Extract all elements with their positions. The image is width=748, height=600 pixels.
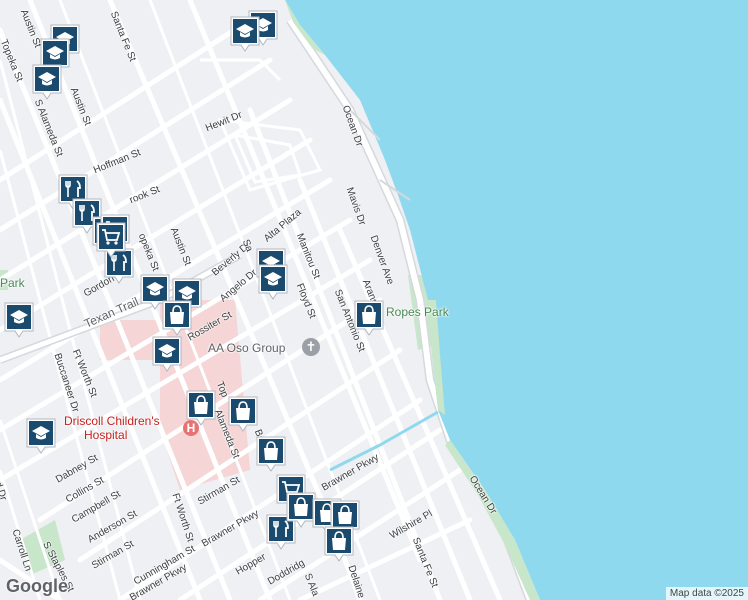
hospital-name-line2: Hospital [84,428,128,442]
map-data-attribution[interactable]: Map data ©2025 [665,587,748,600]
grocery-cart-marker[interactable] [96,222,126,258]
google-logo[interactable]: Google [6,576,68,597]
school-icon [4,302,34,338]
school-marker[interactable] [26,418,56,454]
school-marker[interactable] [4,302,34,338]
map-view[interactable]: Austin St Topeka St Santa Fe St Austin S… [0,0,748,600]
school-icon [32,64,62,100]
shopping-bag-marker[interactable] [162,300,192,336]
school-icon [26,418,56,454]
place-of-worship-icon[interactable]: ✝ [302,338,320,356]
school-marker[interactable] [152,336,182,372]
school-icon [258,264,288,300]
grocery-cart-icon [96,222,126,258]
shopping-bag-icon [228,396,258,432]
park-label: Park [0,276,25,290]
school-icon [230,16,260,52]
shopping-bag-icon [256,436,286,472]
park-label: Ropes Park [386,305,449,319]
shopping-bag-marker[interactable] [324,526,354,562]
hospital-label: Driscoll Children's Hospital [64,414,160,442]
shopping-bag-icon [186,390,216,426]
shopping-bag-icon [324,526,354,562]
shopping-bag-icon [162,300,192,336]
poi-label: AA Oso Group [208,341,286,355]
school-icon [152,336,182,372]
shopping-bag-marker[interactable] [228,396,258,432]
school-marker[interactable] [32,64,62,100]
hospital-name-line1: Driscoll Children's [64,414,160,428]
shopping-bag-marker[interactable] [256,436,286,472]
shopping-bag-icon [354,300,384,336]
school-marker[interactable] [258,264,288,300]
shopping-bag-marker[interactable] [354,300,384,336]
school-marker[interactable] [230,16,260,52]
shopping-bag-marker[interactable] [186,390,216,426]
